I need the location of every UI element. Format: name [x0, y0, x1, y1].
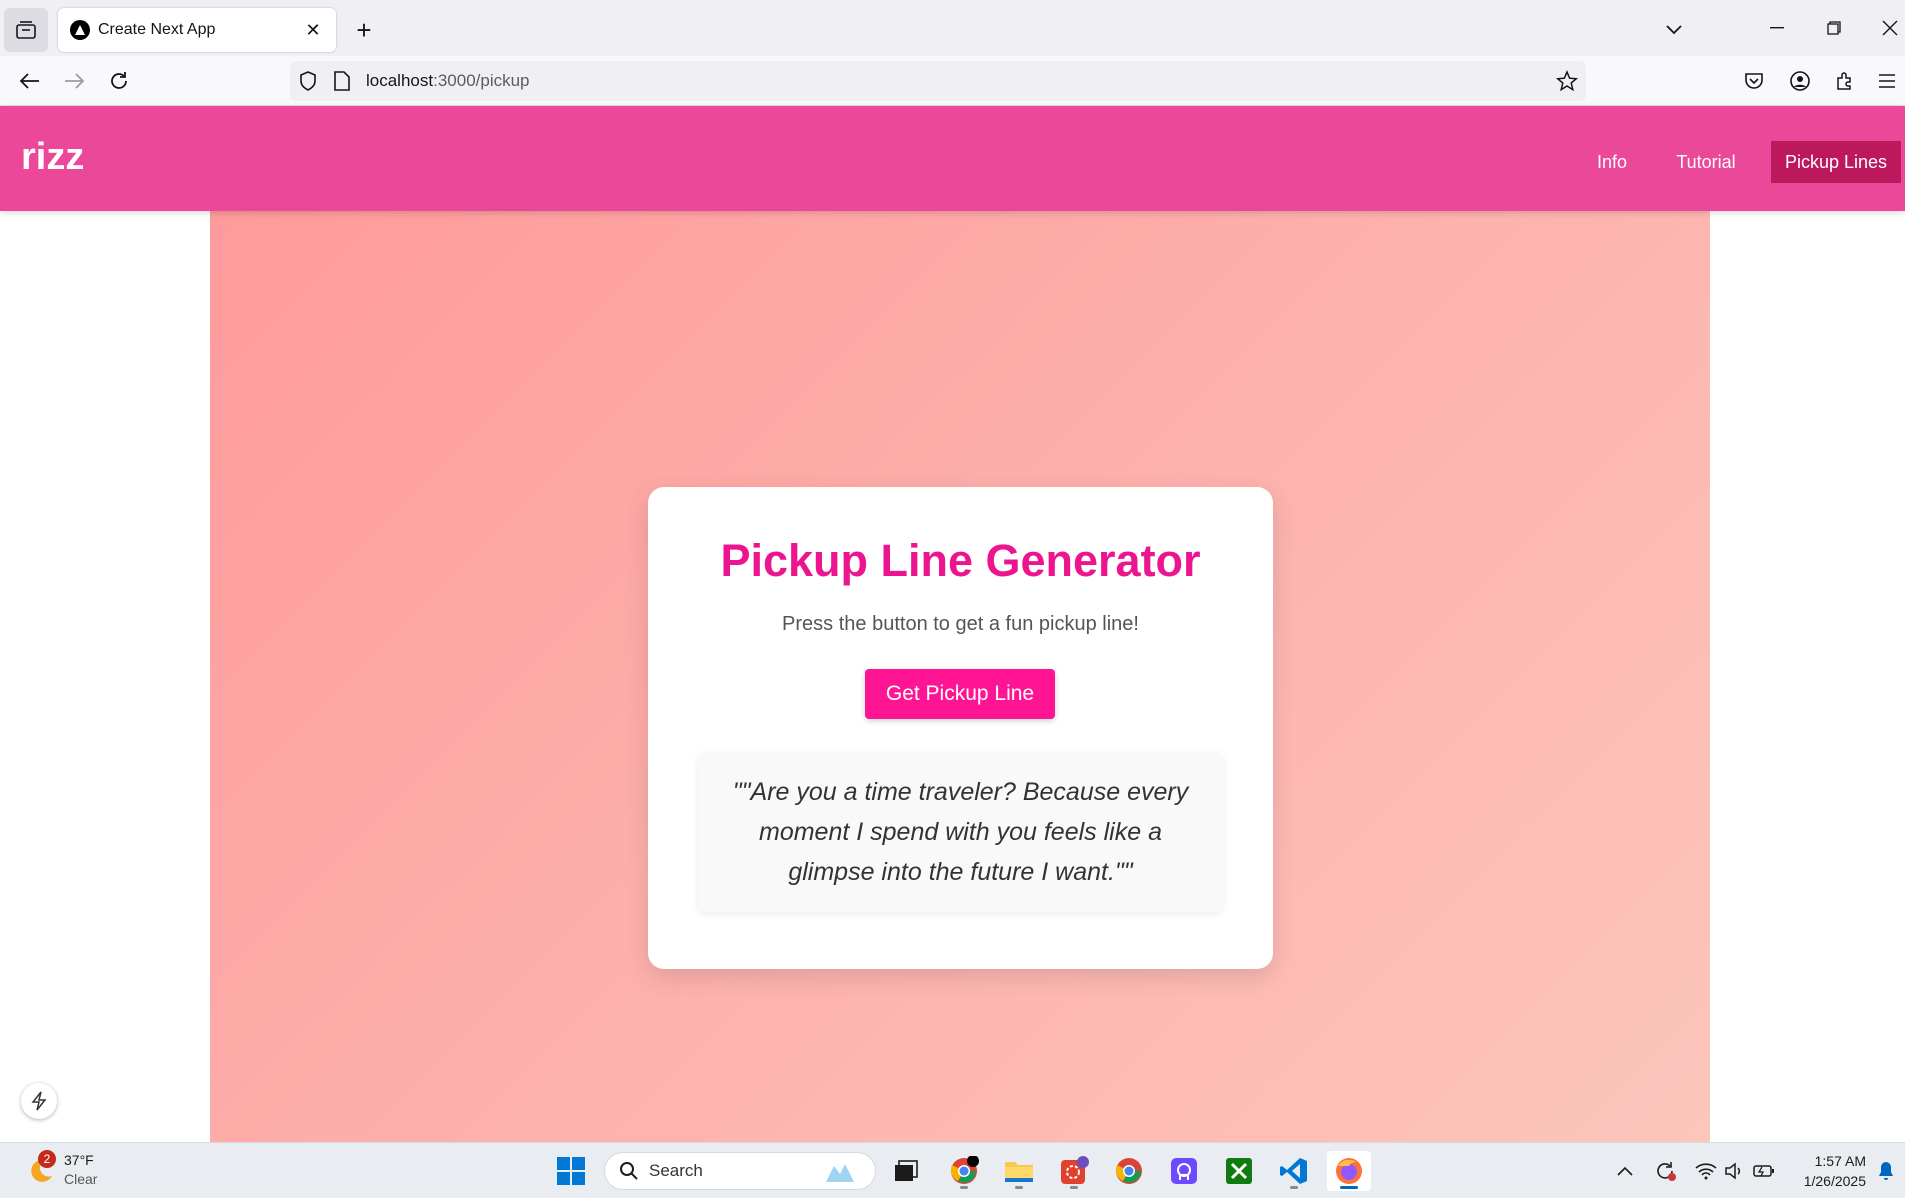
shield-icon[interactable] — [299, 71, 317, 96]
search-highlight-icon — [826, 1164, 854, 1182]
running-indicator — [1015, 1186, 1023, 1189]
volume-icon[interactable] — [1720, 1157, 1748, 1185]
browser-tab[interactable]: Create Next App ✕ — [58, 8, 336, 52]
close-window-button[interactable] — [1870, 10, 1905, 46]
proton-icon[interactable] — [1164, 1151, 1204, 1191]
running-indicator — [1070, 1186, 1078, 1189]
tab-list-button[interactable] — [4, 8, 48, 52]
nav-link-info[interactable]: Info — [1586, 141, 1638, 183]
search-label: Search — [649, 1161, 703, 1180]
close-tab-icon[interactable]: ✕ — [302, 19, 324, 41]
brand-logo[interactable]: rizz — [21, 136, 84, 179]
extensions-icon[interactable] — [1827, 63, 1863, 99]
moon-icon: 2 — [24, 1150, 56, 1186]
xbox-icon[interactable] — [1219, 1151, 1259, 1191]
subtitle: Press the button to get a fun pickup lin… — [782, 613, 1139, 635]
reload-icon[interactable] — [101, 63, 137, 99]
pickup-card: Pickup Line Generator Press the button t… — [648, 487, 1273, 969]
app-icon[interactable] — [1054, 1151, 1094, 1191]
wifi-icon[interactable] — [1692, 1157, 1720, 1185]
chevron-up-icon[interactable] — [1611, 1157, 1639, 1185]
vscode-icon[interactable] — [1274, 1151, 1314, 1191]
chevron-down-icon[interactable] — [1658, 14, 1690, 46]
browser-tab-strip: Create Next App ✕ + — [0, 0, 1905, 56]
search-icon — [620, 1162, 638, 1180]
weather-condition: Clear — [64, 1171, 98, 1187]
system-clock[interactable]: 1:57 AM 1/26/2025 — [1790, 1151, 1866, 1191]
clock-date: 1/26/2025 — [1803, 1173, 1866, 1189]
firefox-icon[interactable] — [1327, 1151, 1371, 1191]
weather-badge: 2 — [38, 1150, 56, 1168]
tab-title: Create Next App — [98, 21, 216, 38]
taskbar-search[interactable]: Search — [604, 1152, 876, 1190]
new-tab-button[interactable]: + — [348, 14, 380, 46]
nav-link-tutorial[interactable]: Tutorial — [1666, 141, 1746, 183]
nextjs-dev-indicator-icon[interactable] — [21, 1083, 57, 1119]
account-icon[interactable] — [1782, 63, 1818, 99]
url-bar[interactable]: localhost:3000/pickup — [290, 61, 1586, 101]
url-text[interactable]: localhost:3000/pickup — [366, 71, 530, 91]
battery-icon[interactable] — [1750, 1157, 1778, 1185]
pickup-line-text: ""Are you a time traveler? Because every… — [732, 778, 1189, 886]
task-view-icon[interactable] — [886, 1151, 926, 1191]
back-arrow-icon[interactable] — [12, 63, 48, 99]
forward-arrow-icon[interactable] — [56, 63, 92, 99]
page-title: Pickup Line Generator — [720, 535, 1201, 586]
chrome-icon[interactable] — [944, 1151, 984, 1191]
nav-link-pickup-lines[interactable]: Pickup Lines — [1771, 141, 1901, 183]
running-indicator — [1290, 1186, 1298, 1189]
file-explorer-icon[interactable] — [999, 1151, 1039, 1191]
folder-tab-icon — [16, 21, 36, 39]
app-header: rizz Info Tutorial Pickup Lines — [0, 106, 1905, 211]
pocket-icon[interactable] — [1736, 63, 1772, 99]
get-pickup-line-button[interactable]: Get Pickup Line — [865, 669, 1055, 719]
restore-button[interactable] — [1814, 10, 1854, 46]
weather-widget[interactable]: 2 37°F Clear — [24, 1150, 98, 1189]
active-running-indicator — [1340, 1186, 1358, 1189]
running-indicator — [960, 1186, 968, 1189]
clock-time: 1:57 AM — [1814, 1153, 1866, 1169]
sync-icon[interactable] — [1651, 1157, 1679, 1185]
weather-temp: 37°F — [64, 1152, 94, 1168]
pickup-line-box: ""Are you a time traveler? Because every… — [698, 752, 1223, 912]
notification-bell-icon[interactable] — [1872, 1157, 1900, 1185]
minimize-button[interactable] — [1757, 10, 1797, 46]
browser-toolbar: localhost:3000/pickup — [0, 56, 1905, 106]
chrome-icon[interactable] — [1109, 1151, 1149, 1191]
page-icon — [334, 71, 350, 96]
windows-start-icon[interactable] — [551, 1151, 591, 1191]
taskbar: 2 37°F Clear Search 1:57 AM 1/26/2025 — [0, 1142, 1905, 1198]
bookmark-star-icon[interactable] — [1555, 70, 1579, 97]
nextjs-favicon-icon — [70, 20, 90, 40]
hamburger-menu-icon[interactable] — [1869, 63, 1905, 99]
